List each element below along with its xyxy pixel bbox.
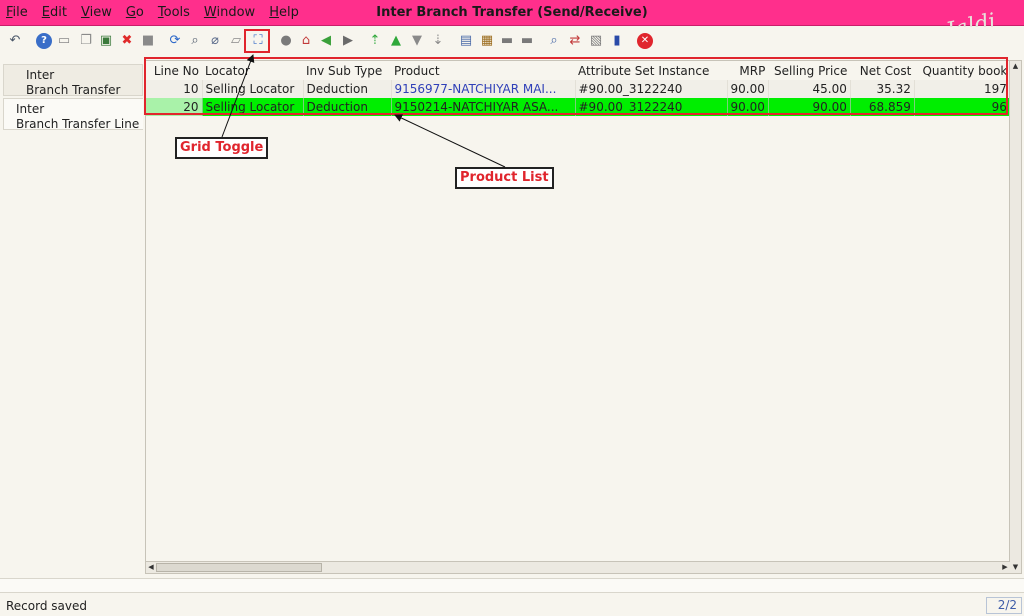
horizontal-scroll-thumb[interactable] [156, 563, 322, 572]
attachment-icon[interactable]: ⌀ [207, 33, 223, 49]
undo-icon[interactable]: ↶ [7, 33, 23, 49]
title-bar: File Edit View Go Tools Window Help Inte… [0, 0, 1024, 26]
copy-record-icon[interactable]: ❐ [78, 33, 94, 49]
product-list-callout: Product List [455, 167, 554, 189]
tab-panel: Inter Branch Transfer Inter Branch Trans… [0, 60, 143, 574]
tab-label-line2: Branch Transfer Line [16, 117, 140, 131]
chat-icon[interactable]: ▱ [228, 33, 244, 49]
back-icon[interactable]: ◀ [318, 33, 334, 49]
archive-icon[interactable]: ▦ [479, 33, 495, 49]
scroll-left-icon[interactable]: ◀ [146, 562, 156, 573]
workflow-icon[interactable]: ⇄ [567, 33, 583, 49]
forward-icon[interactable]: ▶ [340, 33, 356, 49]
find-icon[interactable]: ⌕ [187, 33, 203, 49]
tab-inter-branch-transfer[interactable]: Inter Branch Transfer [3, 64, 143, 97]
toolbar: ↶? ▭ ❐ ▣ ✖ ■ ⟳ ⌕ ⌀ ▱ ⛶ ● ⌂ ◀ ▶ ⇡ ▲ ▼ ⇣ ▤ ▦ ▬ ▬ ⌕ ⇄ ▧ ▮ ✕ [0, 27, 1024, 57]
save-record-icon[interactable]: ▣ [98, 33, 114, 49]
menu-bar: File Edit View Go Tools Window Help [6, 5, 313, 20]
exit-icon[interactable]: ✕ [637, 33, 653, 49]
status-bar: Record saved 2/2 [0, 596, 1024, 616]
record-count[interactable]: 2/2 [986, 597, 1022, 614]
tab-inter-branch-transfer-line[interactable]: Inter Branch Transfer Line [3, 98, 143, 131]
refresh-icon[interactable]: ⟳ [167, 33, 183, 49]
last-record-icon[interactable]: ⇣ [430, 33, 446, 49]
vertical-scrollbar[interactable]: ▲ ▼ [1009, 61, 1021, 573]
menu-go[interactable]: Go [126, 5, 144, 20]
scroll-up-icon[interactable]: ▲ [1010, 61, 1021, 72]
tab-label-line2: Branch Transfer [26, 83, 121, 97]
print-icon[interactable]: ▬ [519, 33, 535, 49]
menu-help[interactable]: Help [269, 5, 299, 20]
menu-tools[interactable]: Tools [158, 5, 190, 20]
product-info-icon[interactable]: ▮ [609, 33, 625, 49]
request-icon[interactable]: ▧ [588, 33, 604, 49]
menu-view[interactable]: View [81, 5, 112, 20]
scroll-right-icon[interactable]: ▶ [1000, 562, 1010, 573]
previous-record-icon[interactable]: ▲ [388, 33, 404, 49]
tab-label-line1: Inter [16, 102, 45, 116]
history-icon[interactable]: ● [278, 33, 294, 49]
new-record-icon[interactable]: ▭ [56, 33, 72, 49]
detail-strip [0, 578, 1024, 593]
product-grid-panel: Line No Locator Inv Sub Type Product Attribu… [145, 60, 1022, 574]
tab-label-line1: Inter [26, 68, 55, 82]
menu-file[interactable]: File [6, 5, 28, 20]
zoom-across-icon[interactable]: ⌕ [546, 33, 562, 49]
home-icon[interactable]: ⌂ [298, 33, 314, 49]
next-record-icon[interactable]: ▼ [409, 33, 425, 49]
menu-edit[interactable]: Edit [42, 5, 67, 20]
grid-toggle-highlight [244, 29, 270, 53]
print-preview-icon[interactable]: ▬ [499, 33, 515, 49]
help-icon[interactable]: ? [36, 33, 52, 49]
report-icon[interactable]: ▤ [458, 33, 474, 49]
first-record-icon[interactable]: ⇡ [367, 33, 383, 49]
horizontal-scrollbar[interactable]: ◀ ▶ [146, 561, 1010, 573]
scroll-down-icon[interactable]: ▼ [1010, 562, 1021, 573]
status-message: Record saved [6, 599, 87, 613]
save-icon[interactable]: ■ [140, 33, 156, 49]
product-list-highlight [144, 57, 1008, 115]
grid-toggle-callout: Grid Toggle [175, 137, 269, 159]
menu-window[interactable]: Window [204, 5, 255, 20]
delete-icon[interactable]: ✖ [119, 33, 135, 49]
